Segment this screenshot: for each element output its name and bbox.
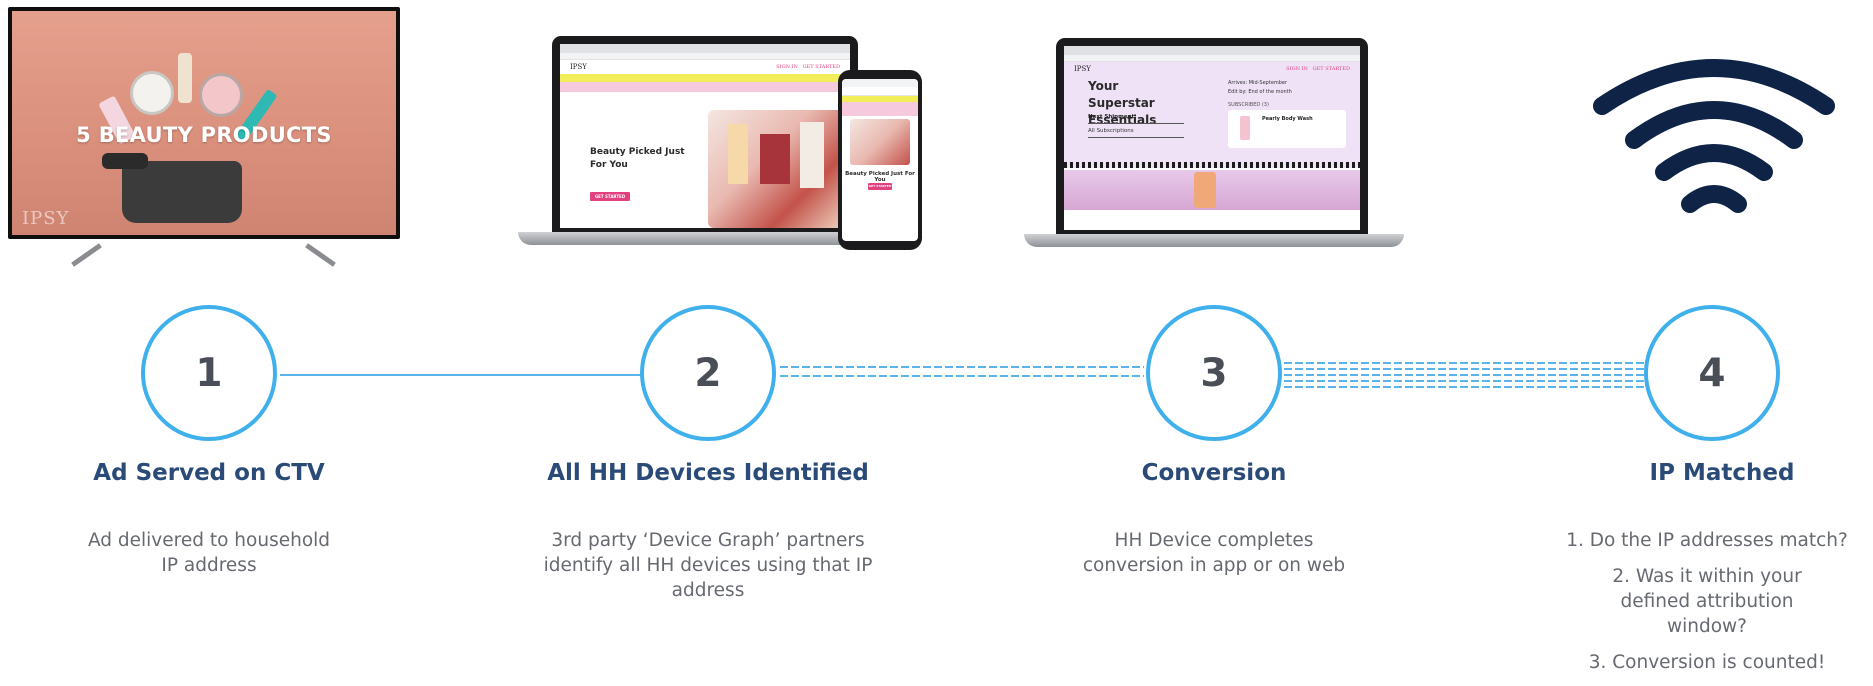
subscribed-label: SUBSCRIBED (3) — [1228, 102, 1269, 108]
site-logo-2: IPSY — [1074, 65, 1091, 73]
laptop-1-cta: GET STARTED — [590, 192, 630, 201]
laptop-1-hero-title: Beauty Picked Just For You — [590, 147, 685, 170]
phone-hero-title: Beauty Picked Just For You — [845, 171, 915, 183]
step-2-circle: 2 — [640, 305, 776, 441]
checklist-item: 1. Do the IP addresses match? — [1566, 530, 1848, 551]
tv-screen: 5 BEAUTY PRODUCTS IPSY — [8, 7, 400, 239]
step-3-number: 3 — [1200, 350, 1228, 396]
menu-next-shipment: Next Shipment — [1088, 114, 1184, 124]
menu-all-subscriptions: All Subscriptions — [1088, 128, 1184, 138]
site-nav: IPSY SIGN IN GET STARTED — [570, 63, 840, 71]
step-1-description: Ad delivered to household IP address — [87, 530, 331, 576]
product-card: Pearly Body Wash — [1228, 110, 1346, 148]
site-logo: IPSY — [570, 63, 587, 71]
tv-stand-left — [71, 243, 102, 267]
tv-headline: 5 BEAUTY PRODUCTS — [76, 123, 332, 147]
phone-device: Beauty Picked Just For You GET STARTED — [838, 70, 922, 250]
laptop-1-browser: IPSY SIGN IN GET STARTED Beauty Picked J… — [560, 44, 850, 228]
step-1-title: Ad Served on CTV — [93, 460, 325, 486]
tv-brand-logo: IPSY — [22, 208, 70, 229]
edit-by-label: Edit by: End of the month — [1228, 89, 1292, 95]
checklist-item: 2. Was it within your defined attributio… — [1612, 566, 1802, 637]
step-1-circle: 1 — [141, 305, 277, 441]
step-4-checklist: 1. Do the IP addresses match? 2. Was it … — [1546, 528, 1868, 686]
pattern-divider — [1064, 162, 1360, 168]
tv-ad-creative: 5 BEAUTY PRODUCTS IPSY — [12, 11, 396, 235]
phone-browser: Beauty Picked Just For You GET STARTED — [842, 79, 918, 241]
step-3-circle: 3 — [1146, 305, 1282, 441]
tv-stand-right — [305, 243, 336, 267]
connector-3-4 — [1284, 360, 1648, 390]
step-4-circle: 4 — [1644, 305, 1780, 441]
step-2-description: 3rd party ‘Device Graph’ partners identi… — [543, 530, 873, 601]
step-4-title: IP Matched — [1649, 460, 1795, 486]
connector-1-2 — [280, 374, 642, 376]
step-3-description: HH Device completes conversion in app or… — [1082, 530, 1346, 576]
laptop-2-screen: IPSY SIGN IN GET STARTED Your Superstar … — [1056, 38, 1368, 234]
connector-2-3 — [780, 364, 1144, 378]
product-name: Pearly Body Wash — [1262, 116, 1313, 122]
laptop-2-base — [1024, 234, 1404, 247]
laptop-1-base — [518, 232, 892, 245]
phone-cta: GET STARTED — [868, 183, 892, 190]
step-3-title: Conversion — [1141, 460, 1287, 486]
checklist-item: 3. Conversion is counted! — [1588, 652, 1826, 673]
laptop-1-screen: IPSY SIGN IN GET STARTED Beauty Picked J… — [552, 36, 858, 232]
arrives-label: Arrives: Mid-September — [1228, 80, 1288, 86]
laptop-2-browser: IPSY SIGN IN GET STARTED Your Superstar … — [1064, 46, 1360, 230]
site-nav-2: IPSY SIGN IN GET STARTED — [1064, 62, 1360, 76]
step-2-title: All HH Devices Identified — [547, 460, 869, 486]
step-1-number: 1 — [195, 350, 223, 396]
step-4-number: 4 — [1698, 350, 1726, 396]
step-2-number: 2 — [694, 350, 722, 396]
wifi-icon — [1584, 50, 1844, 220]
